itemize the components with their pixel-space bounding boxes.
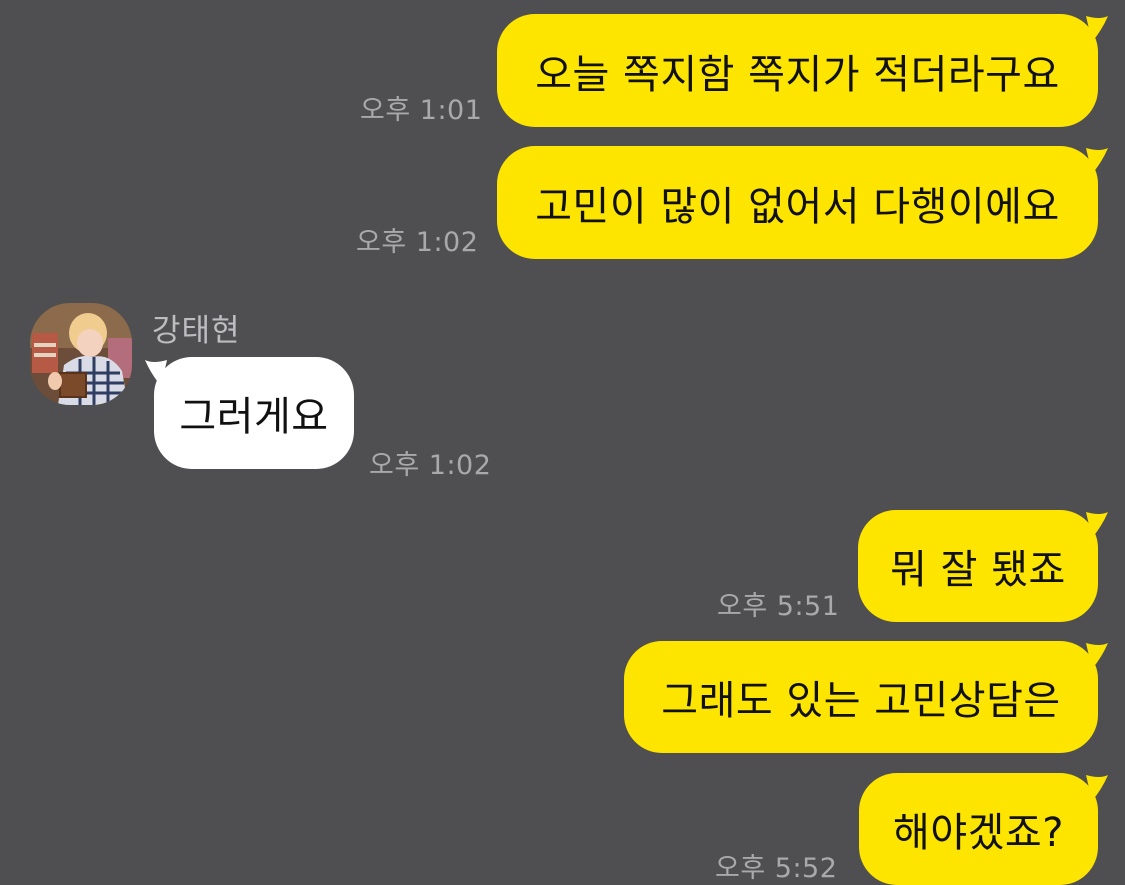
message-bubble-sent[interactable]: 해야겠죠?: [859, 773, 1098, 885]
bubble-tail-icon: [1086, 643, 1108, 669]
message-timestamp: 오후 5:51: [717, 591, 840, 622]
message-bubble-sent[interactable]: 뭐 잘 됐죠: [858, 510, 1098, 622]
message-bubble-received[interactable]: 그러게요: [154, 357, 354, 469]
bubble-tail-icon: [1086, 148, 1108, 174]
message-timestamp: 오후 1:02: [356, 227, 479, 258]
bubble-tail-icon: [1086, 16, 1108, 42]
bubble-tail-icon: [1086, 775, 1108, 801]
avatar-photo-icon: [30, 303, 132, 405]
message-text: 오늘 쪽지함 쪽지가 적더라구요: [535, 51, 1060, 98]
bubble-tail-icon: [145, 360, 167, 386]
message-text: 뭐 잘 됐죠: [890, 547, 1066, 593]
message-text: 고민이 많이 없어서 다행이에요: [535, 183, 1060, 230]
message-bubble-sent[interactable]: 고민이 많이 없어서 다행이에요: [497, 146, 1098, 259]
message-bubble-sent[interactable]: 그래도 있는 고민상담은: [624, 641, 1098, 753]
message-timestamp: 오후 1:01: [360, 95, 483, 126]
message-timestamp: 오후 5:52: [715, 853, 838, 884]
message-text: 해야겠죠?: [893, 810, 1064, 856]
avatar[interactable]: [30, 303, 132, 405]
message-bubble-sent[interactable]: 오늘 쪽지함 쪽지가 적더라구요: [497, 14, 1098, 127]
bubble-tail-icon: [1086, 512, 1108, 538]
sender-name: 강태현: [152, 313, 241, 349]
message-timestamp: 오후 1:02: [369, 450, 492, 481]
message-text: 그래도 있는 고민상담은: [661, 678, 1061, 724]
message-text: 그러게요: [179, 394, 329, 440]
